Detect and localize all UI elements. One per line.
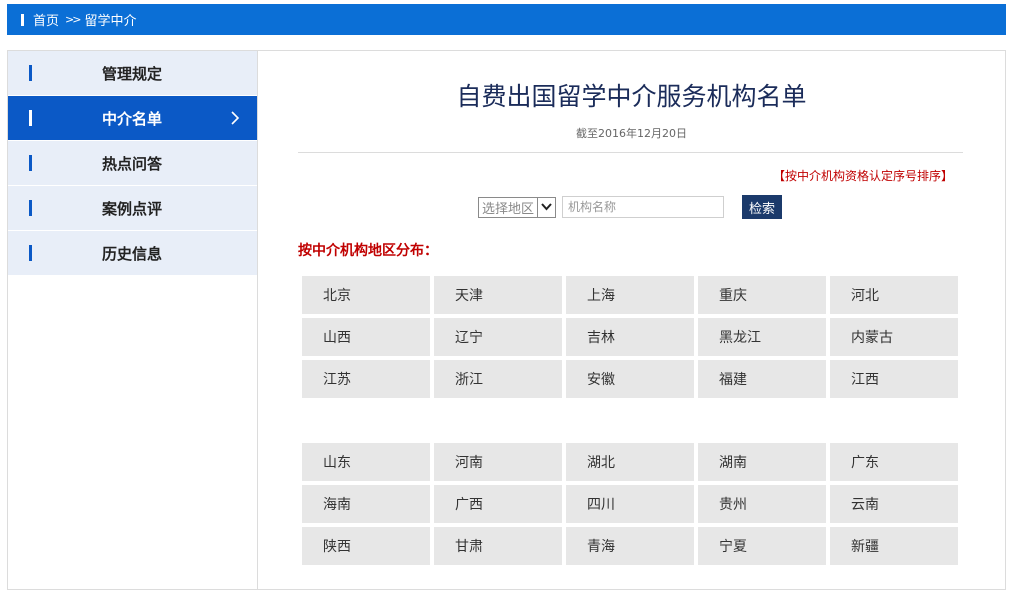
region-cell[interactable]: 海南 — [302, 485, 430, 523]
sidebar-marker-icon — [29, 65, 32, 81]
region-cell[interactable]: 河北 — [830, 276, 958, 314]
sidebar-item-case-review[interactable]: 案例点评 — [8, 186, 257, 230]
sidebar-item-label: 历史信息 — [102, 244, 163, 263]
agency-name-input[interactable] — [562, 196, 724, 218]
content-area: 自费出国留学中介服务机构名单 截至2016年12月20日 【按中介机构资格认定序… — [258, 51, 1005, 589]
sidebar-item-label: 案例点评 — [102, 199, 163, 218]
search-button[interactable]: 检索 — [742, 195, 782, 219]
update-date: 截至2016年12月20日 — [576, 127, 687, 140]
region-cell[interactable]: 山西 — [302, 318, 430, 356]
region-cell[interactable]: 江西 — [830, 360, 958, 398]
region-cell[interactable]: 宁夏 — [698, 527, 826, 565]
sidebar-marker-icon — [29, 200, 32, 216]
sidebar-marker-icon — [29, 110, 32, 126]
region-cell[interactable]: 湖北 — [566, 443, 694, 481]
sidebar-item-agency-list[interactable]: 中介名单 — [8, 96, 257, 140]
region-cell[interactable]: 新疆 — [830, 527, 958, 565]
region-cell[interactable]: 四川 — [566, 485, 694, 523]
region-cell[interactable]: 云南 — [830, 485, 958, 523]
region-cell[interactable]: 河南 — [434, 443, 562, 481]
region-cell[interactable]: 上海 — [566, 276, 694, 314]
region-cell[interactable]: 吉林 — [566, 318, 694, 356]
region-cell[interactable]: 湖南 — [698, 443, 826, 481]
region-grid: 北京 天津 上海 重庆 河北山西 辽宁 吉林 黑龙江 内蒙古江苏 浙江 安徽 福建 江西 — [302, 276, 962, 398]
sort-note: 【按中介机构资格认定序号排序】 — [772, 169, 953, 183]
sidebar-item-label: 热点问答 — [102, 154, 163, 173]
main-frame: 管理规定 中介名单 热点问答 案例点评 历史信息 自费出国留学中介服务机构名单 … — [7, 50, 1006, 590]
sidebar-item-faq[interactable]: 热点问答 — [8, 141, 257, 185]
region-grid: 山东 河南 湖北 湖南 广东海南 广西 四川 贵州 云南陕西 甘肃 青海 宁夏 新疆 — [302, 443, 962, 565]
sidebar-item-history[interactable]: 历史信息 — [8, 231, 257, 275]
breadcrumb-separator: >> — [65, 13, 82, 26]
region-cell[interactable]: 重庆 — [698, 276, 826, 314]
region-cell[interactable]: 贵州 — [698, 485, 826, 523]
region-cell[interactable]: 浙江 — [434, 360, 562, 398]
region-cell[interactable]: 福建 — [698, 360, 826, 398]
region-cell[interactable]: 北京 — [302, 276, 430, 314]
sidebar-marker-icon — [29, 245, 32, 261]
page-title: 自费出国留学中介服务机构名单 — [456, 82, 807, 111]
region-cell[interactable]: 天津 — [434, 276, 562, 314]
region-cell[interactable]: 安徽 — [566, 360, 694, 398]
breadcrumb-marker-icon — [21, 13, 24, 26]
region-cell[interactable]: 内蒙古 — [830, 318, 958, 356]
region-cell[interactable]: 甘肃 — [434, 527, 562, 565]
search-bar: 选择地区 检索 — [478, 195, 782, 219]
region-cell[interactable]: 青海 — [566, 527, 694, 565]
sidebar-marker-icon — [29, 155, 32, 171]
sidebar-item-label: 管理规定 — [102, 64, 163, 83]
chevron-down-icon[interactable] — [537, 197, 555, 217]
region-cell[interactable]: 辽宁 — [434, 318, 562, 356]
region-select[interactable]: 选择地区 — [478, 196, 556, 218]
sidebar-item-label: 中介名单 — [102, 109, 163, 128]
breadcrumb-current-link[interactable]: 留学中介 — [84, 10, 136, 29]
region-select-value: 选择地区 — [482, 201, 535, 217]
breadcrumb-home-link[interactable]: 首页 — [33, 10, 59, 29]
sidebar-item-regulations[interactable]: 管理规定 — [8, 51, 257, 95]
sidebar: 管理规定 中介名单 热点问答 案例点评 历史信息 — [8, 51, 258, 589]
region-cell[interactable]: 山东 — [302, 443, 430, 481]
region-cell[interactable]: 江苏 — [302, 360, 430, 398]
breadcrumb: 首页 >> 留学中介 — [7, 4, 1006, 35]
region-cell[interactable]: 黑龙江 — [698, 318, 826, 356]
chevron-right-icon — [231, 111, 240, 125]
region-cell[interactable]: 广西 — [434, 485, 562, 523]
divider — [298, 152, 963, 153]
region-cell[interactable]: 广东 — [830, 443, 958, 481]
region-heading: 按中介机构地区分布： — [298, 243, 438, 259]
region-cell[interactable]: 陕西 — [302, 527, 430, 565]
